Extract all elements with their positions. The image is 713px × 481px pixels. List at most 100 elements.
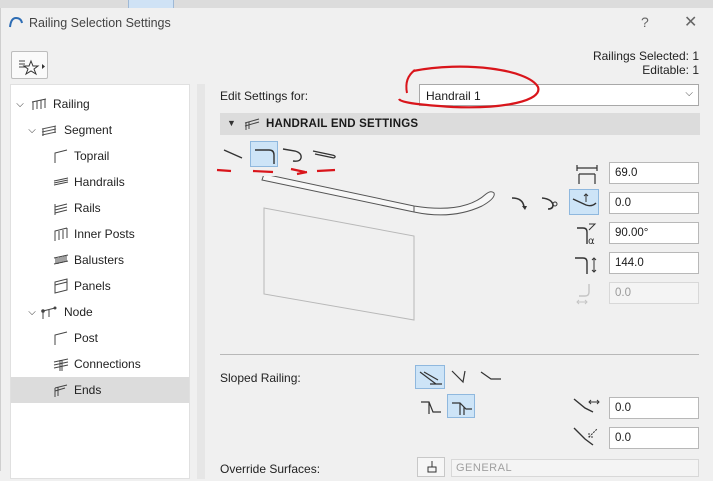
end-angle-value: 90.00° bbox=[615, 227, 649, 239]
handrails-icon bbox=[53, 177, 69, 186]
end-type-bent-down-button[interactable] bbox=[250, 141, 278, 167]
end-height-field[interactable]: 144.0 bbox=[609, 252, 699, 274]
section-title: HANDRAIL END SETTINGS bbox=[266, 118, 419, 130]
tree-item-label: Node bbox=[64, 305, 93, 319]
node-icon bbox=[41, 306, 57, 319]
end-height-value: 144.0 bbox=[615, 257, 644, 269]
toprail-icon bbox=[54, 149, 68, 163]
railing-icon bbox=[31, 98, 47, 110]
tree-item-railing[interactable]: ⌵ Railing bbox=[11, 91, 189, 117]
tree-item-label: Toprail bbox=[74, 149, 110, 163]
tree-item-ends[interactable]: Ends bbox=[11, 377, 189, 403]
tree-item-segment[interactable]: ⌵ Segment bbox=[11, 117, 189, 143]
tree-item-label: Handrails bbox=[74, 175, 125, 189]
collapse-caret-icon[interactable]: ⌵ bbox=[27, 307, 37, 318]
balusters-icon bbox=[53, 254, 69, 265]
end-rotation-icon[interactable] bbox=[539, 192, 561, 214]
end-offset-value: 0.0 bbox=[615, 197, 631, 209]
section-collapse-icon: ▼ bbox=[227, 118, 236, 128]
tree-item-rails[interactable]: Rails bbox=[11, 195, 189, 221]
end-type-straight-button[interactable] bbox=[220, 141, 248, 167]
tree-item-label: Ends bbox=[74, 383, 102, 397]
end-length-field[interactable]: 69.0 bbox=[609, 162, 699, 184]
end-bend-radius-icon[interactable] bbox=[509, 192, 531, 214]
sloped-mode-2-button[interactable] bbox=[447, 365, 473, 389]
tree-item-panels[interactable]: Panels bbox=[11, 273, 189, 299]
tree-item-inner-posts[interactable]: Inner Posts bbox=[11, 221, 189, 247]
chevron-down-icon: ⌵ bbox=[685, 88, 693, 99]
ends-icon bbox=[54, 384, 68, 397]
connections-icon bbox=[53, 358, 69, 371]
tree-item-label: Rails bbox=[74, 201, 101, 215]
edit-settings-label: Edit Settings for: bbox=[220, 89, 309, 103]
end-extension-field: 0.0 bbox=[609, 282, 699, 304]
sloped-mode-1-button[interactable] bbox=[415, 365, 445, 389]
slope-value-b-field[interactable]: 0.0 bbox=[609, 427, 699, 449]
end-angle-icon: α bbox=[577, 223, 597, 246]
dialog-window: Railing Selection Settings ? ✕ Railings … bbox=[0, 8, 713, 479]
sloped-railing-label: Sloped Railing: bbox=[220, 371, 301, 385]
sloped-step-1-button[interactable] bbox=[417, 394, 445, 418]
favorites-button[interactable] bbox=[11, 51, 48, 79]
collapse-caret-icon[interactable]: ⌵ bbox=[27, 125, 37, 136]
section-separator bbox=[220, 354, 699, 355]
close-button[interactable]: ✕ bbox=[684, 12, 697, 32]
end-offset-field[interactable]: 0.0 bbox=[609, 192, 699, 214]
tree-item-label: Connections bbox=[74, 357, 141, 371]
override-surfaces-label: Override Surfaces: bbox=[220, 462, 321, 476]
window-title: Railing Selection Settings bbox=[29, 16, 171, 30]
override-surface-field: GENERAL bbox=[451, 459, 699, 477]
railings-selected-count: Railings Selected: 1 bbox=[592, 49, 699, 63]
end-length-value: 69.0 bbox=[615, 167, 638, 179]
override-surface-toggle[interactable] bbox=[417, 457, 445, 477]
tree-item-toprail[interactable]: Toprail bbox=[11, 143, 189, 169]
handrail-section-icon bbox=[244, 118, 260, 130]
editable-count: Editable: 1 bbox=[642, 63, 699, 77]
app-arch-icon bbox=[9, 16, 23, 28]
end-extension-value: 0.0 bbox=[615, 287, 631, 299]
selection-info: Railings Selected: 1 Editable: 1 bbox=[593, 49, 699, 77]
background-tab bbox=[128, 0, 174, 8]
sloped-mode-3-button[interactable] bbox=[477, 365, 505, 389]
tree-item-label: Inner Posts bbox=[74, 227, 135, 241]
tree-item-label: Balusters bbox=[74, 253, 125, 267]
brush-icon bbox=[427, 461, 437, 473]
offset-icon bbox=[572, 193, 597, 207]
help-button[interactable]: ? bbox=[641, 14, 649, 30]
tree-item-label: Segment bbox=[64, 123, 113, 137]
sloped-step-2-button[interactable] bbox=[447, 394, 475, 418]
post-icon bbox=[54, 331, 68, 345]
svg-text:α: α bbox=[588, 236, 595, 246]
handrail-end-preview bbox=[261, 176, 495, 321]
favorites-star-icon bbox=[19, 59, 45, 76]
tree-item-post[interactable]: Post bbox=[11, 325, 189, 351]
end-type-loop-button[interactable] bbox=[310, 141, 338, 167]
settings-tree: ⌵ Railing ⌵ Segment Toprail Handrails Ra… bbox=[10, 84, 190, 479]
background-window-strip bbox=[0, 0, 713, 8]
segment-icon bbox=[41, 125, 57, 136]
rails-icon bbox=[54, 203, 68, 215]
tree-item-node[interactable]: ⌵ Node bbox=[11, 299, 189, 325]
slope-value-b: 0.0 bbox=[615, 432, 631, 444]
panels-icon bbox=[54, 278, 68, 294]
end-extension-icon bbox=[576, 284, 590, 305]
tree-item-balusters[interactable]: Balusters bbox=[11, 247, 189, 273]
end-length-icon bbox=[576, 165, 598, 184]
tree-item-connections[interactable]: Connections bbox=[11, 351, 189, 377]
inner-posts-icon bbox=[54, 227, 68, 241]
tree-item-label: Panels bbox=[74, 279, 111, 293]
title-bar: Railing Selection Settings ? ✕ bbox=[1, 8, 713, 38]
override-surface-value: GENERAL bbox=[456, 462, 513, 474]
tree-item-label: Post bbox=[74, 331, 99, 345]
end-angle-field[interactable]: 90.00° bbox=[609, 222, 699, 244]
handrail-end-settings-header[interactable]: ▼ HANDRAIL END SETTINGS bbox=[220, 113, 700, 135]
end-type-return-button[interactable] bbox=[280, 141, 308, 167]
tree-item-label: Railing bbox=[53, 97, 90, 111]
tree-item-handrails[interactable]: Handrails bbox=[11, 169, 189, 195]
offset-toggle-button[interactable] bbox=[569, 189, 599, 215]
slope-value-a: 0.0 bbox=[615, 402, 631, 414]
end-height-icon bbox=[575, 257, 597, 274]
slope-value-a-field[interactable]: 0.0 bbox=[609, 397, 699, 419]
panel-splitter[interactable] bbox=[197, 84, 205, 479]
collapse-caret-icon[interactable]: ⌵ bbox=[15, 99, 25, 110]
